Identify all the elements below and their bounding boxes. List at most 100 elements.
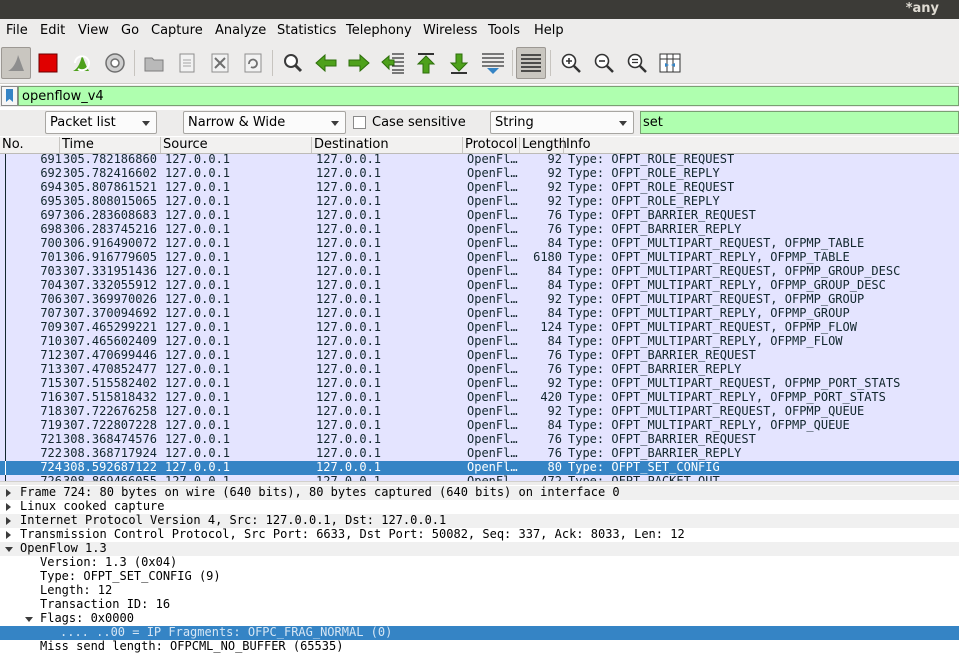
packet-row[interactable]: 715 307.515582402 127.0.0.1 127.0.0.1 OpenFl… <box>0 377 959 391</box>
search-type-value: String <box>495 115 534 130</box>
reload-file-button[interactable] <box>238 47 268 79</box>
detail-tree-item[interactable]: Flags: 0x0000 <box>0 612 959 626</box>
stop-capture-button[interactable] <box>33 47 63 79</box>
packet-row[interactable]: 701 306.916779605 127.0.0.1 127.0.0.1 OpenFl… <box>0 251 959 265</box>
detail-tree-item[interactable]: Miss send length: OFPCML_NO_BUFFER (6553… <box>0 640 959 654</box>
go-forward-button[interactable] <box>344 47 374 79</box>
colorize-icon <box>521 54 541 72</box>
expand-arrow-icon[interactable] <box>6 503 11 511</box>
detail-tree-item[interactable]: Frame 724: 80 bytes on wire (640 bits), … <box>0 486 959 500</box>
packet-row[interactable]: 724 308.592687122 127.0.0.1 127.0.0.1 OpenFl… <box>0 461 959 475</box>
packet-row[interactable]: 710 307.465602409 127.0.0.1 127.0.0.1 OpenFl… <box>0 335 959 349</box>
packet-row[interactable]: 706 307.369970026 127.0.0.1 127.0.0.1 OpenFl… <box>0 293 959 307</box>
detail-tree-item[interactable]: Transaction ID: 16 <box>0 598 959 612</box>
close-file-button[interactable] <box>205 47 235 79</box>
packet-row[interactable]: 698 306.283745216 127.0.0.1 127.0.0.1 OpenFl… <box>0 223 959 237</box>
collapse-arrow-icon[interactable] <box>5 547 13 552</box>
autoscroll-button[interactable] <box>478 47 508 79</box>
packet-row[interactable]: 718 307.722676258 127.0.0.1 127.0.0.1 OpenFl… <box>0 405 959 419</box>
detail-tree-item[interactable]: Transmission Control Protocol, Src Port:… <box>0 528 959 542</box>
cell-no: 709 <box>40 321 62 334</box>
detail-tree-item[interactable]: .... ..00 = IP Fragments: OFPC_FRAG_NORM… <box>0 626 959 640</box>
cell-no: 722 <box>40 447 62 460</box>
cell-protocol: OpenFl… <box>467 307 518 320</box>
search-in-select[interactable]: Packet list <box>45 111 157 134</box>
packet-row[interactable]: 694 305.807861521 127.0.0.1 127.0.0.1 OpenFl… <box>0 181 959 195</box>
menu-wireless[interactable]: Wireless <box>423 23 477 38</box>
search-type-select[interactable]: String <box>490 111 634 134</box>
resize-columns-button[interactable] <box>655 47 685 79</box>
detail-tree-item[interactable]: Type: OFPT_SET_CONFIG (9) <box>0 570 959 584</box>
collapse-arrow-icon[interactable] <box>25 617 33 622</box>
packet-row[interactable]: 721 308.368474576 127.0.0.1 127.0.0.1 OpenFl… <box>0 433 959 447</box>
detail-tree-item[interactable]: Version: 1.3 (0x04) <box>0 556 959 570</box>
packet-row[interactable]: 691 305.782186860 127.0.0.1 127.0.0.1 OpenFl… <box>0 154 959 167</box>
cell-protocol: OpenFl… <box>467 419 518 432</box>
expand-arrow-icon[interactable] <box>6 531 11 539</box>
display-filter-input[interactable] <box>18 86 959 106</box>
detail-tree-item[interactable]: OpenFlow 1.3 <box>0 542 959 556</box>
expand-arrow-icon[interactable] <box>6 517 11 525</box>
go-back-button[interactable] <box>311 47 341 79</box>
column-header-length[interactable]: Length <box>520 137 567 153</box>
column-header-info[interactable]: Info <box>564 137 959 153</box>
save-file-button[interactable] <box>172 47 202 79</box>
colorize-button[interactable] <box>516 47 546 79</box>
menu-help[interactable]: Help <box>534 23 564 38</box>
packet-list[interactable]: 691 305.782186860 127.0.0.1 127.0.0.1 OpenFl… <box>0 154 959 481</box>
cell-length: 420 <box>540 391 562 404</box>
column-header-source[interactable]: Source <box>161 137 312 153</box>
cell-no: 712 <box>40 349 62 362</box>
char-width-select[interactable]: Narrow & Wide <box>183 111 346 134</box>
column-header-time[interactable]: Time <box>60 137 161 153</box>
cell-destination: 127.0.0.1 <box>316 377 382 390</box>
column-header-destination[interactable]: Destination <box>312 137 463 153</box>
menu-edit[interactable]: Edit <box>40 23 65 38</box>
packet-row[interactable]: 722 308.368717924 127.0.0.1 127.0.0.1 OpenFl… <box>0 447 959 461</box>
detail-tree-item[interactable]: Length: 12 <box>0 584 959 598</box>
packet-row[interactable]: 719 307.722807228 127.0.0.1 127.0.0.1 OpenFl… <box>0 419 959 433</box>
packet-row[interactable]: 712 307.470699446 127.0.0.1 127.0.0.1 OpenFl… <box>0 349 959 363</box>
packet-row[interactable]: 700 306.916490072 127.0.0.1 127.0.0.1 OpenFl… <box>0 237 959 251</box>
column-header-protocol[interactable]: Protocol <box>463 137 520 153</box>
go-first-button[interactable] <box>411 47 441 79</box>
packet-row[interactable]: 707 307.370094692 127.0.0.1 127.0.0.1 OpenFl… <box>0 307 959 321</box>
find-search-input[interactable] <box>640 111 959 134</box>
go-to-packet-button[interactable] <box>378 47 408 79</box>
zoom-in-button[interactable] <box>556 47 586 79</box>
go-last-button[interactable] <box>444 47 474 79</box>
zoom-out-button[interactable] <box>589 47 619 79</box>
open-file-button[interactable] <box>139 47 169 79</box>
packet-details-tree[interactable]: Frame 724: 80 bytes on wire (640 bits), … <box>0 485 959 657</box>
packet-row[interactable]: 703 307.331951436 127.0.0.1 127.0.0.1 OpenFl… <box>0 265 959 279</box>
menu-analyze[interactable]: Analyze <box>215 23 266 38</box>
capture-options-button[interactable] <box>100 47 130 79</box>
menu-telephony[interactable]: Telephony <box>346 23 412 38</box>
packet-row[interactable]: 713 307.470852477 127.0.0.1 127.0.0.1 OpenFl… <box>0 363 959 377</box>
packet-row[interactable]: 704 307.332055912 127.0.0.1 127.0.0.1 OpenFl… <box>0 279 959 293</box>
zoom-normal-button[interactable] <box>622 47 652 79</box>
filter-bookmark-button[interactable] <box>1 86 18 106</box>
menu-file[interactable]: File <box>6 23 28 38</box>
packet-row[interactable]: 697 306.283608683 127.0.0.1 127.0.0.1 OpenFl… <box>0 209 959 223</box>
menu-view[interactable]: View <box>78 23 109 38</box>
find-packet-button[interactable] <box>278 47 308 79</box>
cell-protocol: OpenFl… <box>467 405 518 418</box>
column-header-no[interactable]: No. <box>0 137 60 153</box>
detail-tree-item[interactable]: Internet Protocol Version 4, Src: 127.0.… <box>0 514 959 528</box>
expand-arrow-icon[interactable] <box>6 489 11 497</box>
restart-capture-button[interactable] <box>66 47 96 79</box>
menu-tools[interactable]: Tools <box>488 23 520 38</box>
menu-statistics[interactable]: Statistics <box>277 23 336 38</box>
menu-go[interactable]: Go <box>121 23 139 38</box>
cell-length: 76 <box>547 433 562 446</box>
packet-row[interactable]: 716 307.515818432 127.0.0.1 127.0.0.1 OpenFl… <box>0 391 959 405</box>
detail-tree-item[interactable]: Linux cooked capture <box>0 500 959 514</box>
start-capture-button[interactable] <box>1 47 31 79</box>
packet-row[interactable]: 695 305.808015065 127.0.0.1 127.0.0.1 OpenFl… <box>0 195 959 209</box>
packet-row[interactable]: 692 305.782416602 127.0.0.1 127.0.0.1 OpenFl… <box>0 167 959 181</box>
menu-capture[interactable]: Capture <box>151 23 203 38</box>
case-sensitive-checkbox[interactable] <box>353 116 366 129</box>
packet-row[interactable]: 709 307.465299221 127.0.0.1 127.0.0.1 OpenFl… <box>0 321 959 335</box>
char-width-value: Narrow & Wide <box>188 115 286 130</box>
